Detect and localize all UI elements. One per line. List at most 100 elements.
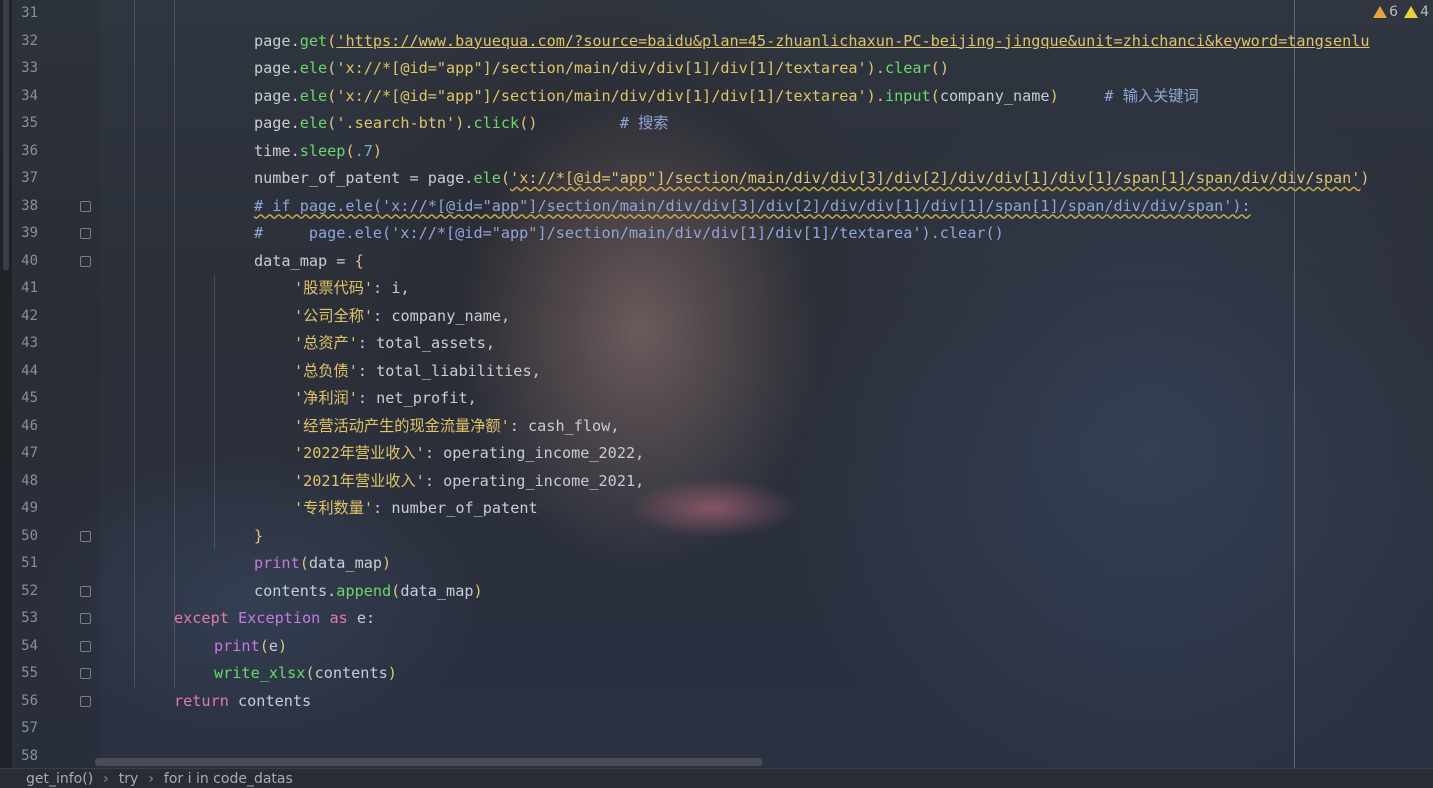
code-token: get bbox=[299, 31, 328, 50]
code-line[interactable]: data_map = { bbox=[254, 248, 364, 276]
code-token: ) bbox=[473, 581, 483, 600]
code-token: 'x://*[@id="app"]/section/main/div/div[1… bbox=[336, 86, 867, 105]
code-token: .7 bbox=[354, 141, 373, 160]
code-token: : total_assets, bbox=[357, 334, 496, 352]
code-token: contents. bbox=[254, 581, 337, 600]
line-number: 35 bbox=[21, 115, 38, 131]
line-number: 46 bbox=[21, 417, 38, 434]
code-token: Exception bbox=[238, 609, 330, 627]
code-token: ) bbox=[1049, 86, 1059, 105]
code-line[interactable]: '2022年营业收入': operating_income_2022, bbox=[294, 440, 644, 468]
fold-toggle-icon[interactable] bbox=[80, 228, 91, 239]
weak-warning-indicator[interactable]: 4 bbox=[1404, 4, 1429, 20]
code-token: : operating_income_2021, bbox=[424, 471, 645, 490]
breadcrumb-item-loop[interactable]: for i in code_datas bbox=[164, 771, 293, 787]
code-line[interactable]: # page.ele('x://*[@id="app"]/section/mai… bbox=[254, 220, 1004, 248]
horizontal-scrollbar[interactable] bbox=[95, 758, 762, 766]
code-token: '总负债' bbox=[294, 361, 358, 380]
line-number: 48 bbox=[21, 472, 38, 489]
code-line[interactable]: } bbox=[254, 523, 263, 551]
fold-toggle-icon[interactable] bbox=[80, 695, 91, 707]
code-line[interactable]: print(data_map) bbox=[254, 550, 391, 578]
code-token: '总资产' bbox=[294, 334, 358, 352]
line-number: 44 bbox=[21, 362, 38, 379]
code-token: ele bbox=[299, 59, 328, 77]
warning-icon bbox=[1373, 6, 1388, 18]
code-token: ele bbox=[473, 169, 501, 187]
code-line[interactable]: '净利润': net_profit, bbox=[294, 385, 477, 413]
warning-indicator[interactable]: 6 bbox=[1373, 4, 1398, 20]
code-line[interactable]: write_xlsx(contents) bbox=[214, 660, 397, 688]
code-token: '公司全称' bbox=[294, 306, 374, 325]
code-token: ( bbox=[327, 86, 337, 105]
code-token: time. bbox=[254, 141, 300, 160]
code-token: company_name bbox=[939, 86, 1050, 105]
line-number: 45 bbox=[21, 390, 38, 406]
code-line[interactable]: number_of_patent = page.ele('x://*[@id="… bbox=[254, 165, 1370, 193]
code-token: ( bbox=[500, 169, 511, 187]
code-token: 'x://*[@id="app"]/section/main/div/div[3… bbox=[510, 169, 1361, 187]
fold-toggle-icon[interactable] bbox=[80, 640, 91, 652]
inspection-widget[interactable]: 6 4 bbox=[1373, 4, 1429, 20]
fold-toggle-icon[interactable] bbox=[80, 613, 91, 624]
fold-toggle-icon[interactable] bbox=[80, 255, 91, 267]
indent-guide bbox=[174, 0, 175, 688]
code-token: '2022年营业收入' bbox=[294, 444, 425, 462]
wallpaper-detail bbox=[628, 478, 798, 538]
code-token: page. bbox=[254, 114, 300, 132]
code-token: ) bbox=[382, 554, 392, 572]
code-line[interactable]: except Exception as e: bbox=[174, 605, 375, 633]
breadcrumb-item-try[interactable]: try bbox=[119, 771, 139, 787]
fold-toggle-icon[interactable] bbox=[80, 585, 91, 597]
weak-warning-count: 4 bbox=[1420, 4, 1429, 20]
line-number: 42 bbox=[21, 307, 38, 324]
code-token: ( bbox=[299, 554, 309, 572]
line-number: 47 bbox=[21, 445, 38, 461]
code-token: e bbox=[268, 636, 279, 655]
code-line[interactable]: print(e) bbox=[214, 633, 287, 661]
code-line[interactable]: page.ele('x://*[@id="app"]/section/main/… bbox=[254, 55, 949, 83]
code-line[interactable]: page.get('https://www.bayuequa.com/?sour… bbox=[254, 28, 1370, 56]
code-token: ) bbox=[387, 664, 397, 682]
code-line[interactable]: '2021年营业收入': operating_income_2021, bbox=[294, 468, 644, 496]
line-number: 50 bbox=[21, 527, 38, 544]
line-number: 55 bbox=[21, 665, 38, 681]
breadcrumb-item-function[interactable]: get_info() bbox=[26, 771, 93, 787]
code-token: ( bbox=[391, 581, 401, 600]
code-token: : i, bbox=[373, 279, 410, 297]
code-line[interactable]: '总资产': total_assets, bbox=[294, 330, 495, 358]
code-token: # if page.ele('x://*[@id="app"]/section/… bbox=[254, 196, 1251, 215]
code-line[interactable]: '经营活动产生的现金流量净额': cash_flow, bbox=[294, 413, 619, 441]
code-token: ele bbox=[299, 86, 328, 105]
fold-toggle-icon[interactable] bbox=[80, 200, 91, 212]
code-token: ( bbox=[327, 59, 337, 77]
code-token: ele bbox=[299, 114, 328, 132]
line-number: 51 bbox=[21, 555, 38, 571]
code-token: : operating_income_2022, bbox=[424, 444, 645, 462]
fold-toggle-icon[interactable] bbox=[80, 668, 91, 679]
line-number: 36 bbox=[21, 142, 38, 159]
code-token: ( bbox=[327, 114, 337, 132]
code-line[interactable]: page.ele('.search-btn').click() # 搜索 bbox=[254, 110, 668, 138]
code-line[interactable]: contents.append(data_map) bbox=[254, 578, 483, 606]
code-token: : company_name, bbox=[373, 306, 511, 325]
code-token: page. bbox=[254, 86, 300, 105]
code-token: write_xlsx bbox=[214, 664, 306, 682]
code-line[interactable]: page.ele('x://*[@id="app"]/section/main/… bbox=[254, 83, 1199, 111]
code-token: { bbox=[354, 251, 364, 270]
code-line[interactable]: # if page.ele('x://*[@id="app"]/section/… bbox=[254, 193, 1251, 221]
code-token: click bbox=[473, 114, 520, 132]
code-token: : total_liabilities, bbox=[357, 361, 541, 380]
line-number: 49 bbox=[21, 500, 38, 516]
code-line[interactable]: '总负债': total_liabilities, bbox=[294, 358, 541, 386]
code-line[interactable]: '股票代码': i, bbox=[294, 275, 410, 303]
indent-guide bbox=[134, 0, 135, 688]
code-line[interactable]: return contents bbox=[174, 688, 311, 716]
code-line[interactable]: '公司全称': company_name, bbox=[294, 303, 510, 331]
code-line[interactable]: '专利数量': number_of_patent bbox=[294, 495, 538, 523]
code-token: print bbox=[254, 554, 300, 572]
code-line[interactable]: time.sleep(.7) bbox=[254, 138, 382, 166]
fold-toggle-icon[interactable] bbox=[80, 530, 91, 542]
code-token: ) bbox=[1360, 169, 1370, 187]
code-token: clear bbox=[884, 59, 931, 77]
